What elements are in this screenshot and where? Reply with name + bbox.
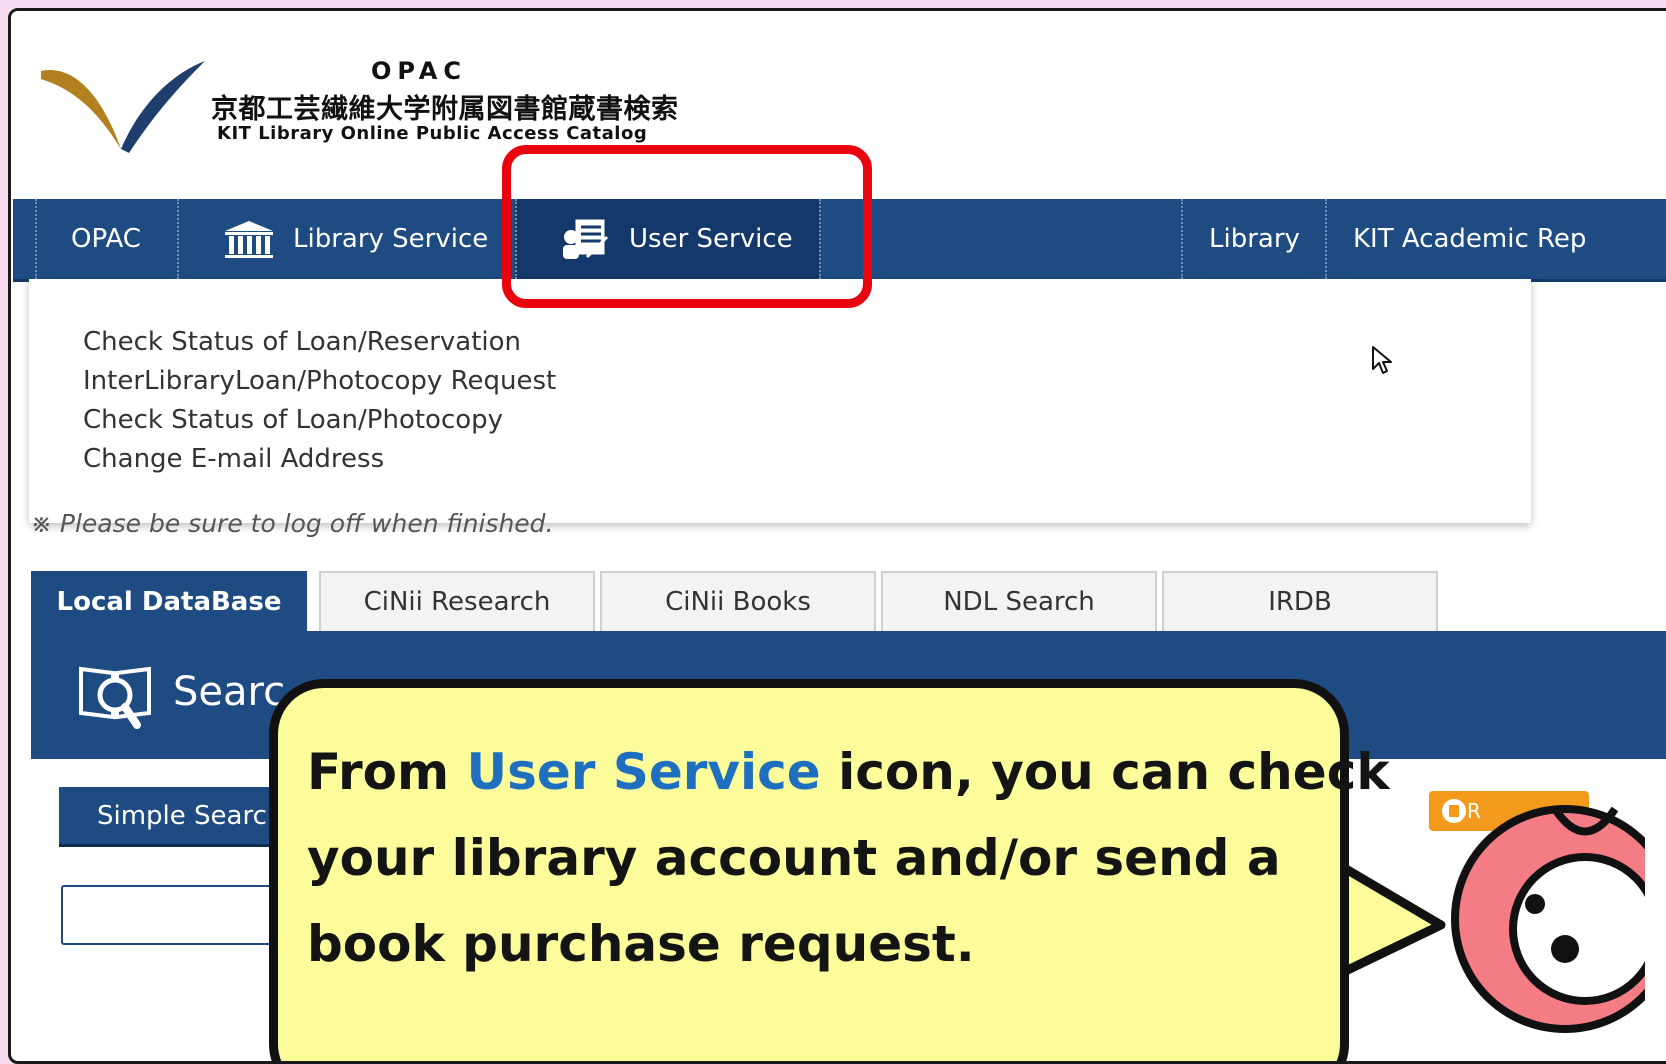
nav-opac-label: OPAC	[71, 224, 141, 254]
logo-english: KIT Library Online Public Access Catalog	[217, 123, 648, 144]
dropdown-menu: Check Status of Loan/Reservation InterLi…	[83, 323, 556, 479]
nav-library-label: Library	[1209, 224, 1300, 254]
nav-kit-academic-rep[interactable]: KIT Academic Rep	[1325, 199, 1666, 279]
tab-local-database[interactable]: Local DataBase	[31, 571, 307, 631]
logoff-notice: ※ Please be sure to log off when finishe…	[31, 509, 554, 538]
tab-cinii-books[interactable]: CiNii Books	[600, 571, 876, 631]
app-window: OPAC 京都工芸繊維大学附属図書館蔵書検索 KIT Library Onlin…	[8, 8, 1666, 1064]
user-service-dropdown: Check Status of Loan/Reservation InterLi…	[29, 279, 1531, 523]
book-search-icon	[79, 666, 151, 729]
kit-logo-icon	[41, 61, 205, 153]
logo-japanese: 京都工芸繊維大学附属図書館蔵書検索	[211, 94, 679, 125]
callout-line-1-suffix: icon, you can check	[820, 743, 1390, 801]
search-title: Searc	[173, 669, 286, 715]
logo-opac: OPAC	[371, 57, 467, 85]
tab-irdb[interactable]: IRDB	[1162, 571, 1438, 631]
tab-ndl-search[interactable]: NDL Search	[881, 571, 1157, 631]
nav-library-service-label: Library Service	[293, 224, 489, 254]
callout-line-1-prefix: From	[307, 743, 467, 801]
nav-kit-academic-rep-label: KIT Academic Rep	[1353, 224, 1587, 254]
menu-item-change-email[interactable]: Change E-mail Address	[83, 440, 556, 479]
nav-opac[interactable]: OPAC	[35, 199, 177, 279]
menu-item-loan-reservation-status[interactable]: Check Status of Loan/Reservation	[83, 323, 556, 362]
menu-item-ill-photocopy-request[interactable]: InterLibraryLoan/Photocopy Request	[83, 362, 556, 401]
callout-line-3: book purchase request.	[307, 915, 975, 973]
callout-accent: User Service	[466, 743, 821, 801]
callout-line-1: From User Service icon, you can check	[307, 729, 1390, 815]
nav-library[interactable]: Library	[1181, 199, 1325, 279]
library-building-icon	[225, 221, 273, 258]
mascot-character-icon	[1451, 805, 1645, 1033]
mouse-cursor-icon	[1372, 346, 1392, 374]
user-service-highlight-box	[502, 145, 872, 308]
menu-item-loan-photocopy-status[interactable]: Check Status of Loan/Photocopy	[83, 401, 556, 440]
nav-spacer	[819, 199, 1181, 279]
nav-library-service[interactable]: Library Service	[177, 199, 515, 279]
tab-cinii-research[interactable]: CiNii Research	[319, 571, 595, 631]
callout-line-2: your library account and/or send a	[307, 829, 1281, 887]
callout-text: From User Service icon, you can check yo…	[307, 729, 1390, 987]
